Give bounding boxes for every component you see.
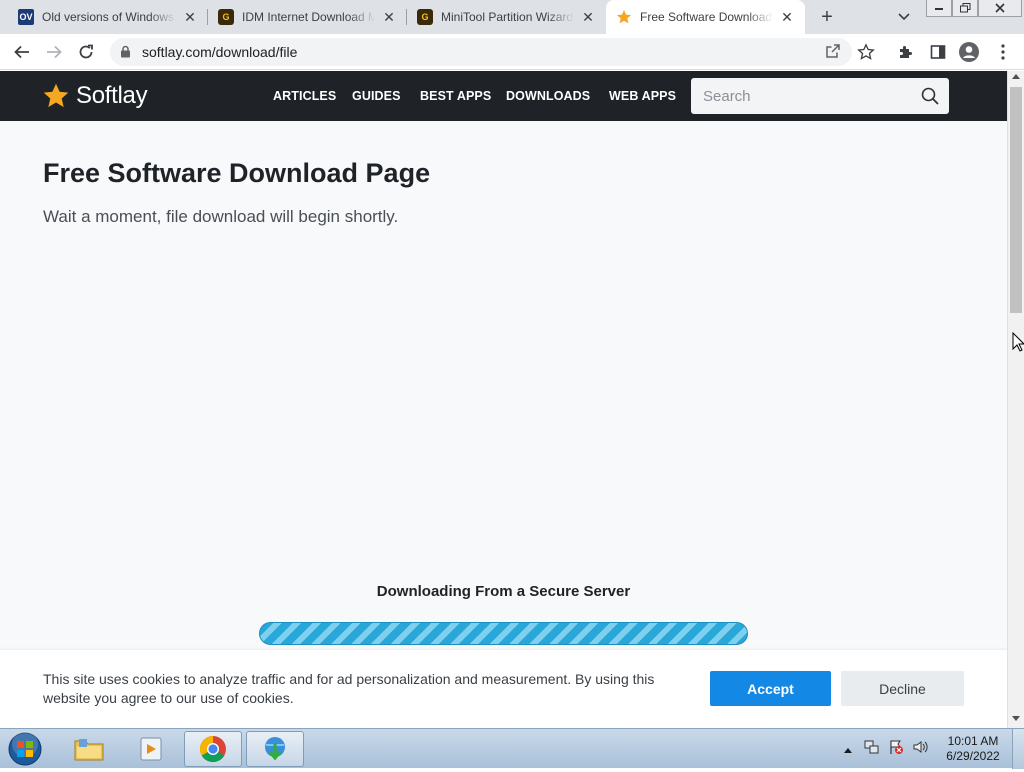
- nav-best-apps[interactable]: BEST APPS: [420, 89, 491, 103]
- back-arrow-icon[interactable]: [10, 40, 34, 64]
- url-text: softlay.com/download/file: [142, 44, 298, 60]
- close-tab-icon[interactable]: ✕: [580, 9, 596, 25]
- tab-strip: OV Old versions of Windows ✕ G IDM Inter…: [0, 0, 1024, 34]
- tab-title: Free Software Download: [640, 10, 773, 24]
- browser-toolbar: softlay.com/download/file: [0, 34, 1024, 70]
- tab-old-versions[interactable]: OV Old versions of Windows ✕: [8, 0, 208, 34]
- vertical-scrollbar[interactable]: [1007, 71, 1024, 728]
- page-subtitle: Wait a moment, file download will begin …: [43, 207, 399, 226]
- tab-title: IDM Internet Download M: [242, 10, 375, 24]
- lock-icon[interactable]: [120, 45, 131, 63]
- close-tab-icon[interactable]: ✕: [182, 9, 198, 25]
- nav-articles[interactable]: ARTICLES: [273, 89, 336, 103]
- forward-arrow-icon[interactable]: [42, 40, 66, 64]
- taskbar-idm-icon[interactable]: [246, 731, 304, 767]
- side-panel-icon[interactable]: [928, 42, 948, 62]
- logo-text: Softlay: [76, 82, 148, 109]
- start-orb-icon[interactable]: [6, 731, 44, 767]
- volume-speaker-icon[interactable]: [912, 739, 928, 760]
- tab-idm[interactable]: G IDM Internet Download M ✕: [208, 0, 407, 34]
- search-icon[interactable]: [921, 87, 939, 110]
- logo-star-icon: [43, 83, 69, 108]
- clock-date: 6/29/2022: [946, 749, 1000, 763]
- tab-free-software[interactable]: Free Software Download ✕: [606, 0, 805, 34]
- reload-icon[interactable]: [74, 40, 98, 64]
- site-header: Softlay ARTICLES GUIDES BEST APPS DOWNLO…: [0, 71, 1007, 121]
- scroll-down-arrow-icon[interactable]: [1012, 716, 1020, 721]
- download-heading: Downloading From a Secure Server: [376, 583, 631, 600]
- page-viewport: Softlay ARTICLES GUIDES BEST APPS DOWNLO…: [0, 71, 1007, 728]
- show-desktop-button[interactable]: [1012, 729, 1024, 769]
- tab-minitool[interactable]: G MiniTool Partition Wizard ✕: [407, 0, 606, 34]
- system-tray: [844, 729, 928, 769]
- mouse-cursor-icon: [1012, 331, 1024, 357]
- clock-time: 10:01 AM: [947, 734, 999, 748]
- bookmark-star-icon[interactable]: [856, 42, 876, 62]
- tab-title: Old versions of Windows: [42, 10, 175, 24]
- address-bar[interactable]: softlay.com/download/file: [110, 38, 852, 66]
- share-icon[interactable]: [825, 43, 841, 64]
- close-tab-icon[interactable]: ✕: [779, 9, 795, 25]
- close-tab-icon[interactable]: ✕: [381, 9, 397, 25]
- scrollbar-thumb[interactable]: [1010, 87, 1022, 313]
- page-title: Free Software Download Page: [43, 158, 431, 188]
- g-favicon-icon: G: [417, 9, 433, 25]
- tab-title: MiniTool Partition Wizard: [441, 10, 574, 24]
- show-hidden-icons-arrow-icon[interactable]: [844, 740, 852, 758]
- taskbar-chrome-icon[interactable]: [184, 731, 242, 767]
- restore-icon[interactable]: [952, 0, 978, 17]
- action-center-flag-icon[interactable]: [888, 739, 904, 760]
- menu-kebab-icon[interactable]: [993, 42, 1013, 62]
- cookie-banner: This site uses cookies to analyze traffi…: [0, 650, 1007, 728]
- site-search-box: [691, 78, 949, 114]
- minimize-icon[interactable]: [926, 0, 952, 17]
- g-favicon-icon: G: [218, 9, 234, 25]
- profile-avatar-icon[interactable]: [959, 42, 979, 62]
- accept-cookies-button[interactable]: Accept: [710, 671, 831, 706]
- site-search-input[interactable]: [691, 78, 911, 114]
- softlay-logo[interactable]: Softlay: [42, 82, 148, 110]
- decline-cookies-button[interactable]: Decline: [841, 671, 964, 706]
- nav-downloads[interactable]: DOWNLOADS: [506, 89, 590, 103]
- network-icon[interactable]: [864, 739, 880, 760]
- nav-guides[interactable]: GUIDES: [352, 89, 401, 103]
- window-close-icon[interactable]: [978, 0, 1022, 17]
- new-tab-plus-icon[interactable]: +: [815, 5, 839, 29]
- star-favicon-icon: [616, 9, 632, 25]
- windows-taskbar: 10:01 AM 6/29/2022: [0, 728, 1024, 769]
- scroll-up-arrow-icon[interactable]: [1012, 74, 1020, 79]
- taskbar-media-player-icon[interactable]: [122, 731, 180, 767]
- browser-window: OV Old versions of Windows ✕ G IDM Inter…: [0, 0, 1024, 728]
- download-progress-bar: [259, 622, 748, 645]
- tab-search-chevron-icon[interactable]: [894, 7, 914, 27]
- extensions-puzzle-icon[interactable]: [896, 42, 916, 62]
- taskbar-clock[interactable]: 10:01 AM 6/29/2022: [940, 734, 1006, 764]
- taskbar-explorer-folder-icon[interactable]: [60, 731, 118, 767]
- nav-web-apps[interactable]: WEB APPS: [609, 89, 676, 103]
- ov-favicon-icon: OV: [18, 9, 34, 25]
- window-controls: [926, 0, 1022, 18]
- cookie-text: This site uses cookies to analyze traffi…: [43, 671, 655, 706]
